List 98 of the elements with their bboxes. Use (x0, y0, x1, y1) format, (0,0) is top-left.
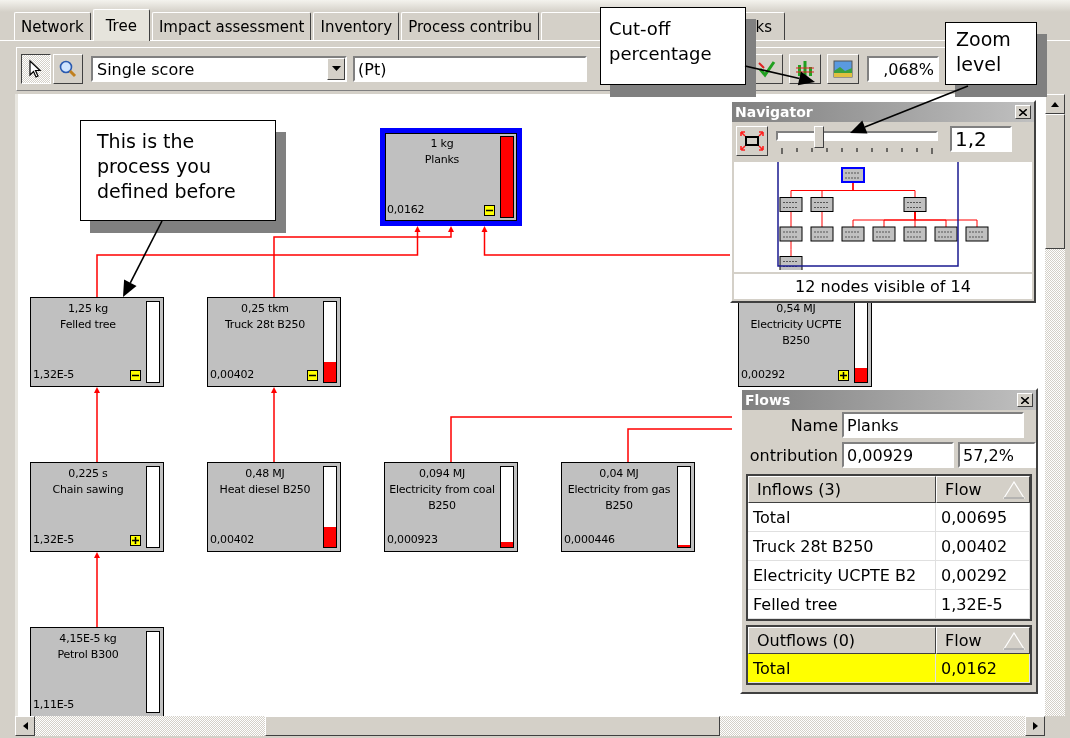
node-name: Electricity UCPTE B250 (749, 317, 843, 349)
node-name: Petrol B300 (56, 647, 120, 663)
contribution-field[interactable]: 0,00929 (842, 442, 954, 468)
process-node[interactable]: 1,25 kg Felled tree 1,32E-5 (30, 297, 164, 387)
zoom-field[interactable]: 1,2 (950, 126, 1012, 152)
field-label: ontribution (748, 445, 838, 465)
pointer-tool-button[interactable] (21, 54, 51, 84)
table-cell: Total (748, 654, 936, 683)
node-score: 0,00292 (741, 368, 786, 381)
bar-chart-icon (795, 59, 815, 79)
node-amount: 0,225 s (67, 466, 109, 482)
zoom-tool-button[interactable] (53, 54, 83, 84)
node-score: 0,00402 (210, 533, 255, 546)
image-button[interactable] (827, 54, 859, 84)
table-cell: 1,32E-5 (936, 590, 1030, 619)
cutoff-field[interactable]: ,068% (867, 56, 939, 82)
column-header[interactable]: Outflows (0) (748, 627, 936, 654)
node-name: Electricity from coal B250 (388, 482, 496, 514)
magnifier-icon (58, 59, 78, 79)
node-name: Chain sawing (51, 482, 125, 498)
process-node[interactable]: 0,04 MJ Electricity from gas B250 0,000446 (561, 462, 695, 552)
collapse-icon[interactable] (484, 205, 495, 216)
table-cell: Felled tree (748, 590, 936, 619)
sort-icon (1003, 480, 1025, 499)
score-method-dropdown[interactable]: Single score (91, 56, 347, 82)
pointer-arrow (744, 65, 815, 86)
table-cell: 0,00292 (936, 561, 1030, 590)
node-name: Felled tree (59, 317, 117, 333)
field-label: Name (789, 415, 838, 435)
scroll-up-button[interactable] (1045, 94, 1065, 114)
checkmark-icon (757, 59, 777, 79)
node-name: Truck 28t B250 (223, 317, 307, 333)
column-header[interactable]: Flow (936, 627, 1030, 654)
node-score: 0,000446 (564, 533, 615, 546)
name-field[interactable]: Planks (842, 412, 1024, 438)
process-node[interactable]: 0,25 tkm Truck 28t B250 0,00402 (207, 297, 341, 387)
table-cell: Electricity UCPTE B2 (748, 561, 936, 590)
scrollbar-thumb[interactable] (1045, 114, 1065, 249)
table-cell: 0,00695 (936, 503, 1030, 532)
node-score: 1,11E-5 (33, 698, 74, 711)
sort-icon (1003, 631, 1025, 650)
node-score: 1,32E-5 (33, 533, 74, 546)
right-arrow-icon (1032, 722, 1038, 730)
column-header[interactable]: Flow (936, 476, 1030, 503)
fit-view-icon (740, 131, 764, 151)
node-score: 0,00402 (210, 368, 255, 381)
landscape-icon (833, 59, 853, 79)
scrollbar-thumb[interactable] (265, 716, 720, 736)
close-button[interactable] (1017, 393, 1033, 407)
expand-icon[interactable] (130, 535, 141, 546)
scroll-left-button[interactable] (15, 716, 35, 736)
process-node[interactable]: 0,225 s Chain sawing 1,32E-5 (30, 462, 164, 552)
left-arrow-icon (22, 722, 28, 730)
node-name: Planks (423, 152, 461, 168)
up-arrow-icon (1051, 101, 1059, 107)
caret-icon (331, 66, 341, 72)
close-icon (1019, 108, 1027, 116)
collapse-icon[interactable] (307, 370, 318, 381)
node-score: 0,000923 (387, 533, 438, 546)
table-cell: 0,0162 (936, 654, 1030, 683)
unit-field[interactable]: (Pt) (353, 56, 587, 82)
zoom-slider[interactable] (776, 126, 938, 148)
collapse-icon[interactable] (130, 370, 141, 381)
node-amount: 0,48 MJ (244, 466, 286, 482)
node-name: Electricity from gas B250 (566, 482, 672, 514)
node-amount: 0,04 MJ (598, 466, 640, 482)
node-score: 1,32E-5 (33, 368, 74, 381)
panel-title: Flows (745, 392, 791, 408)
scroll-right-button[interactable] (1025, 716, 1045, 736)
expand-icon[interactable] (838, 370, 849, 381)
node-name: Heat diesel B250 (218, 482, 312, 498)
tab[interactable]: Impact assessment (151, 12, 312, 40)
percent-field[interactable]: 57,2% (958, 442, 1036, 468)
column-header[interactable]: Inflows (3) (748, 476, 936, 503)
node-amount: 1 kg (429, 136, 455, 152)
process-node[interactable]: 1 kg Planks 0,0162 (380, 128, 522, 226)
node-amount: 1,25 kg (67, 301, 109, 317)
node-amount: 0,25 tkm (240, 301, 290, 317)
node-amount: 0,094 MJ (417, 466, 467, 482)
process-node[interactable]: 0,48 MJ Heat diesel B250 0,00402 (207, 462, 341, 552)
table-cell: Total (748, 503, 936, 532)
process-node[interactable]: 0,094 MJ Electricity from coal B250 0,000923 (384, 462, 518, 552)
node-amount: 4,15E-5 kg (58, 631, 118, 647)
tab[interactable]: Tree (92, 9, 150, 41)
status-text: 12 nodes visible of 14 (734, 274, 1032, 299)
fit-view-button[interactable] (736, 126, 768, 156)
table-cell: 0,00402 (936, 532, 1030, 561)
panel-title: Navigator (735, 104, 813, 120)
tab[interactable]: Process contribu (401, 12, 539, 40)
process-node[interactable]: 4,15E-5 kg Petrol B300 1,11E-5 (30, 627, 164, 716)
node-amount: 0,54 MJ (775, 301, 817, 317)
tab[interactable]: Inventory (313, 12, 400, 40)
close-icon (1021, 396, 1029, 404)
tab[interactable]: Network (14, 12, 91, 40)
table-cell: Truck 28t B250 (748, 532, 936, 561)
node-score: 0,0162 (387, 203, 425, 216)
close-button[interactable] (1015, 105, 1031, 119)
dropdown-button[interactable] (327, 58, 345, 80)
